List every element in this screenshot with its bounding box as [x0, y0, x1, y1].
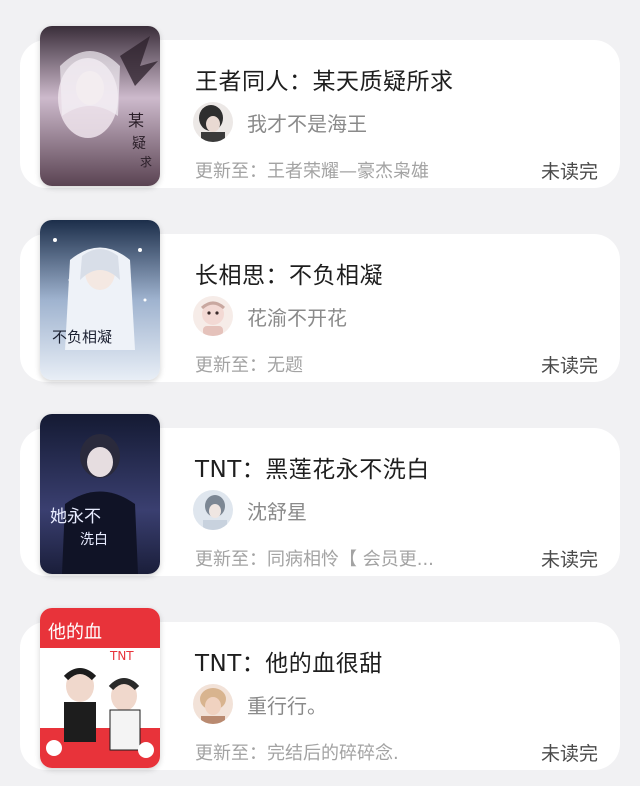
book-cover[interactable]: 某 疑 求: [40, 26, 160, 186]
book-item[interactable]: 不负相凝 长相思：不负相凝 花渝不开花 更新至：无题 未读完: [0, 198, 640, 382]
book-title[interactable]: 王者同人：某天质疑所求: [195, 62, 454, 96]
svg-text:他的血: 他的血: [48, 622, 102, 643]
book-cover[interactable]: 她永不 洗白: [40, 414, 160, 574]
update-info: 更新至：完结后的碎碎念.: [195, 743, 399, 764]
book-cover[interactable]: 不负相凝: [40, 220, 160, 380]
book-list: 某 疑 求 王者同人：某天质疑所求 我才不是海王 更新至：王者荣耀—豪杰枭雄 未…: [0, 0, 640, 786]
cover-illustration: 他的血 TNT: [40, 608, 160, 768]
update-info: 更新至：无题: [195, 355, 303, 376]
avatar-image: [193, 102, 233, 142]
book-item[interactable]: 某 疑 求 王者同人：某天质疑所求 我才不是海王 更新至：王者荣耀—豪杰枭雄 未…: [0, 4, 640, 188]
author-row[interactable]: 花渝不开花: [193, 296, 347, 336]
author-name[interactable]: 我才不是海王: [247, 108, 367, 137]
author-name[interactable]: 重行行。: [247, 690, 327, 719]
cover-illustration: 她永不 洗白: [40, 414, 160, 574]
cover-illustration: 某 疑 求: [40, 26, 160, 186]
author-avatar[interactable]: [193, 490, 233, 530]
update-info: 更新至：同病相怜【 会员更...: [195, 549, 434, 570]
author-row[interactable]: 沈舒星: [193, 490, 307, 530]
cover-illustration: 不负相凝: [40, 220, 160, 380]
svg-text:求: 求: [140, 155, 152, 169]
svg-text:洗白: 洗白: [80, 532, 108, 548]
book-title[interactable]: TNT：他的血很甜: [195, 644, 383, 678]
svg-text:她永不: 她永不: [50, 507, 101, 527]
author-avatar[interactable]: [193, 102, 233, 142]
author-name[interactable]: 沈舒星: [247, 496, 307, 525]
update-info: 更新至：王者荣耀—豪杰枭雄: [195, 161, 429, 182]
book-title[interactable]: 长相思：不负相凝: [195, 256, 383, 290]
author-avatar[interactable]: [193, 684, 233, 724]
avatar-image: [193, 296, 233, 336]
author-row[interactable]: 我才不是海王: [193, 102, 367, 142]
svg-text:不负相凝: 不负相凝: [52, 328, 112, 346]
author-name[interactable]: 花渝不开花: [247, 302, 347, 331]
book-title[interactable]: TNT：黑莲花永不洗白: [195, 450, 430, 484]
author-row[interactable]: 重行行。: [193, 684, 327, 724]
book-cover[interactable]: 他的血 TNT: [40, 608, 160, 768]
svg-text:疑: 疑: [132, 136, 146, 152]
avatar-image: [193, 490, 233, 530]
svg-text:某: 某: [128, 111, 144, 130]
book-item[interactable]: 他的血 TNT TNT：他的血很甜 重行行。 更新至：完结后的碎碎念. 未读完: [0, 586, 640, 770]
svg-text:TNT: TNT: [109, 649, 134, 663]
read-status: 未读完: [540, 549, 598, 571]
avatar-image: [193, 684, 233, 724]
read-status: 未读完: [540, 355, 598, 377]
author-avatar[interactable]: [193, 296, 233, 336]
book-item[interactable]: 她永不 洗白 TNT：黑莲花永不洗白 沈舒星 更新至：同病相怜【 会员更... …: [0, 392, 640, 576]
read-status: 未读完: [540, 161, 598, 183]
read-status: 未读完: [540, 743, 598, 765]
